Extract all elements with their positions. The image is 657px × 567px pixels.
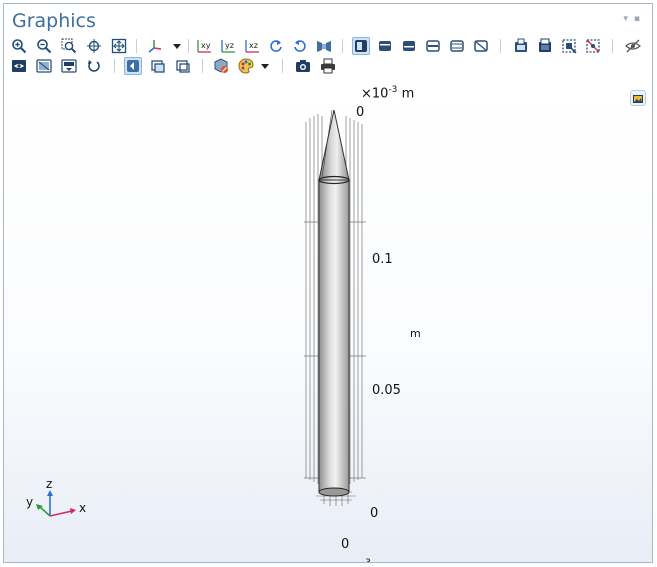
select-points-icon[interactable] [584,37,602,55]
panel-header: Graphics ▾▪ [4,4,652,38]
pin-icon[interactable]: ▪ [634,14,646,24]
panel-controls: ▾▪ [623,14,646,24]
rotate-cw-icon[interactable] [291,37,309,55]
axis-orientation-triad: z x y [26,477,86,517]
toolbar-separator [612,39,613,53]
triad-y-label: y [26,495,33,509]
zoom-out-icon[interactable] [35,37,53,55]
yz-view-icon[interactable]: yz [219,37,237,55]
wireframe-rendering-icon[interactable] [376,37,394,55]
viewport-image-icon[interactable] [630,90,646,106]
zx-view-icon[interactable]: xz [243,37,261,55]
axis-scale-exponent: -3 [388,85,398,95]
scene-light-icon[interactable] [424,37,442,55]
color-dropdown-icon[interactable] [260,57,270,75]
rotate-ccw-icon[interactable] [267,37,285,55]
reset-hiding-icon[interactable] [85,57,103,75]
axis-scale-multiplier: ×10 [361,86,389,102]
view-eye-icon[interactable] [10,57,28,75]
select-boundaries-icon[interactable] [560,37,578,55]
hide-geometry-icon[interactable] [472,37,490,55]
toolbar-separator [114,59,115,73]
zoom-in-icon[interactable] [10,37,28,55]
triad-x-label: x [79,501,86,515]
geometry-model[interactable] [284,108,394,538]
show-selected-icon[interactable] [60,57,78,75]
select-edge-icon[interactable] [174,57,192,75]
select-boundary-icon[interactable] [149,57,167,75]
toolbar-separator [342,39,343,53]
graphics-viewport[interactable]: ×10-3 m 0 0.1 m 0.05 0 0 -3 z x y [4,78,652,563]
toolbar-separator [202,59,203,73]
render-mode-solid-icon[interactable] [352,37,370,55]
axis-scale-label: ×10-3 m [361,85,414,101]
x-tick-exponent-label: -3 [362,558,371,563]
print-icon[interactable] [319,57,337,75]
axis-scale-unit: m [401,86,415,102]
graphics-panel: Graphics ▾▪ xy yz xz ×10-3 m 0 0.1 m 0.0… [3,3,653,563]
triad-z-label: z [46,477,52,491]
panel-menu-icon[interactable]: ▾ [623,14,634,24]
color-palette-icon[interactable] [237,57,255,75]
toolbar-separator [136,39,137,53]
toolbar-separator [282,59,283,73]
default-view-dropdown-icon[interactable] [172,37,182,55]
zx-view-label: xz [249,41,258,50]
hide-icon[interactable] [624,37,642,55]
xy-view-icon[interactable]: xy [195,37,213,55]
yz-view-label: yz [225,41,234,50]
orthographic-projection-icon[interactable] [315,37,333,55]
grid-display-icon[interactable] [448,37,466,55]
toolbar-separator [188,39,189,53]
xy-view-label: xy [201,41,211,50]
hide-selected-icon[interactable] [35,57,53,75]
zoom-box-icon[interactable] [60,37,78,55]
select-domains-icon[interactable] [536,37,554,55]
toolbar-separator [500,39,501,53]
z-axis-unit-label: m [410,327,421,340]
camera-icon[interactable] [294,57,312,75]
transparency-icon[interactable] [400,37,418,55]
select-domain-icon[interactable] [124,57,142,75]
panel-title: Graphics [12,10,96,32]
material-appearance-icon[interactable] [212,57,230,75]
x-tick-0-label: 0 [341,537,350,552]
zoom-extents-icon[interactable] [110,37,128,55]
go-to-default-view-icon[interactable] [146,37,164,55]
select-objects-icon[interactable] [512,37,530,55]
zoom-selected-icon[interactable] [85,37,103,55]
